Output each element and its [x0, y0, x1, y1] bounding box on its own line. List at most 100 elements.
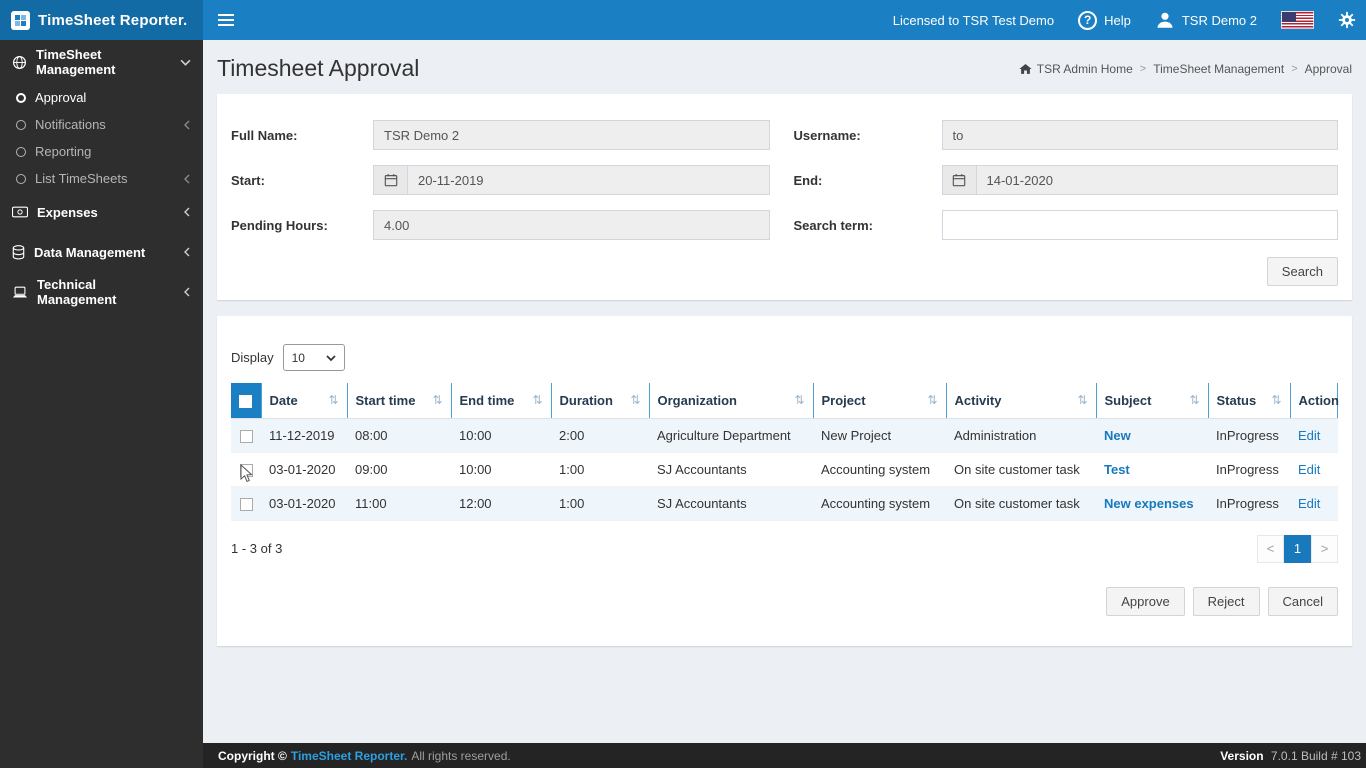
chevron-left-icon: [183, 287, 191, 297]
edit-link[interactable]: Edit: [1298, 428, 1320, 443]
sidebar-group-timesheet-management[interactable]: TimeSheet Management: [0, 40, 203, 84]
group-label: Data Management: [34, 244, 146, 260]
col-header-status[interactable]: Status ⇅: [1207, 383, 1290, 419]
cell-start-time: 11:00: [347, 486, 451, 521]
page-size-select[interactable]: 10: [282, 344, 345, 371]
cell-status: InProgress: [1208, 486, 1290, 521]
circle-icon: [16, 92, 26, 103]
cell-end-time: 12:00: [451, 486, 551, 521]
sort-icon: ⇅: [927, 393, 938, 408]
row-checkbox[interactable]: [239, 429, 253, 443]
username-field[interactable]: [941, 120, 1338, 150]
sidebar-item-reporting[interactable]: Reporting: [0, 138, 203, 165]
cell-duration: 2:00: [551, 418, 649, 453]
settings-gear-icon[interactable]: [1338, 11, 1356, 29]
approval-filter-card: Full Name: Username: Start: End:: [217, 94, 1352, 300]
breadcrumb-separator: >: [1139, 62, 1147, 75]
app-logo[interactable]: TimeSheet Reporter.: [0, 0, 203, 40]
license-text: Licensed to TSR Test Demo: [892, 12, 1055, 28]
edit-link[interactable]: Edit: [1298, 462, 1320, 477]
approve-button[interactable]: Approve: [1106, 586, 1185, 616]
sort-icon: ⇅: [630, 393, 641, 408]
sidebar-item-notifications[interactable]: Notifications: [0, 111, 203, 138]
col-header-subject[interactable]: Subject ⇅: [1095, 383, 1208, 419]
row-checkbox[interactable]: [239, 463, 253, 477]
cell-activity: On site customer task: [946, 452, 1096, 487]
chevron-down-icon: [180, 58, 191, 67]
select-all-checkbox[interactable]: [239, 394, 253, 408]
cell-organization: Agriculture Department: [649, 418, 813, 453]
results-summary: 1 - 3 of 3: [231, 541, 283, 556]
language-flag-icon[interactable]: [1281, 11, 1314, 29]
sidebar-item-approval[interactable]: Approval: [0, 84, 203, 111]
start-date-label: Start:: [231, 172, 265, 188]
full-name-label: Full Name:: [231, 127, 298, 143]
sort-icon: ⇅: [794, 393, 805, 408]
cancel-button[interactable]: Cancel: [1267, 586, 1338, 616]
col-header-start-time[interactable]: Start time ⇅: [346, 383, 451, 419]
edit-link[interactable]: Edit: [1298, 496, 1320, 511]
sidebar-item-list-timesheets[interactable]: List TimeSheets: [0, 165, 203, 192]
user-menu[interactable]: TSR Demo 2: [1155, 10, 1257, 30]
sort-icon: ⇅: [1189, 393, 1200, 408]
col-header-organization[interactable]: Organization ⇅: [648, 383, 813, 419]
group-label: TimeSheet Management: [36, 47, 116, 77]
breadcrumb-timesheet-management-link[interactable]: TimeSheet Management: [1153, 62, 1284, 76]
footer-brand-link[interactable]: TimeSheet Reporter.: [291, 749, 407, 763]
col-header-end-time[interactable]: End time ⇅: [450, 383, 551, 419]
cell-start-time: 09:00: [347, 452, 451, 487]
full-name-field[interactable]: [373, 120, 770, 150]
group-label: Expenses: [37, 204, 98, 220]
page-1-button[interactable]: 1: [1284, 534, 1311, 563]
col-header-action: Action: [1289, 383, 1339, 419]
sort-icon: ⇅: [1271, 393, 1282, 408]
cell-project: Accounting system: [813, 486, 946, 521]
cell-organization: SJ Accountants: [649, 486, 813, 521]
col-header-duration[interactable]: Duration ⇅: [550, 383, 649, 419]
sidebar-group-expenses[interactable]: Expenses: [0, 192, 203, 232]
main-content: Timesheet Approval TSR Admin Home > Time…: [203, 40, 1366, 743]
version-label: Version: [1220, 748, 1264, 763]
calendar-icon[interactable]: [373, 165, 407, 195]
pending-hours-field[interactable]: [373, 210, 770, 240]
breadcrumb-home-link[interactable]: TSR Admin Home: [1019, 62, 1133, 76]
help-icon: ?: [1078, 10, 1098, 30]
chevron-left-icon: [183, 174, 191, 184]
row-checkbox[interactable]: [239, 497, 253, 511]
cell-date: 03-01-2020: [261, 486, 347, 521]
next-page-button[interactable]: >: [1311, 534, 1338, 563]
search-button[interactable]: Search: [1266, 257, 1338, 286]
search-term-field[interactable]: [941, 210, 1338, 240]
start-date-field[interactable]: [407, 165, 770, 195]
username-label: Username:: [793, 127, 861, 143]
database-icon: [12, 244, 25, 260]
pagination: < 1 >: [1257, 534, 1338, 563]
col-header-date[interactable]: Date ⇅: [260, 383, 347, 419]
chevron-left-icon: [183, 120, 191, 130]
sort-icon: ⇅: [328, 393, 339, 408]
end-date-field[interactable]: [975, 165, 1338, 195]
user-name: TSR Demo 2: [1181, 12, 1257, 28]
cell-date: 11-12-2019: [261, 418, 347, 453]
reject-button[interactable]: Reject: [1192, 586, 1260, 616]
subject-link[interactable]: New expenses: [1104, 496, 1194, 511]
cell-duration: 1:00: [551, 486, 649, 521]
sidebar-group-technical-management[interactable]: Technical Management: [0, 272, 203, 312]
select-all-header[interactable]: [231, 383, 261, 419]
prev-page-button[interactable]: <: [1257, 534, 1284, 563]
col-header-activity[interactable]: Activity ⇅: [945, 383, 1096, 419]
calendar-icon[interactable]: [941, 165, 976, 195]
cell-activity: On site customer task: [946, 486, 1096, 521]
subject-link[interactable]: Test: [1104, 462, 1130, 477]
item-label: List TimeSheets: [35, 171, 128, 186]
table-row: 03-01-2020 09:00 10:00 1:00 SJ Accountan…: [231, 452, 1338, 487]
copyright-text: Copyright ©: [218, 748, 287, 763]
chevron-left-icon: [183, 247, 191, 257]
help-menu[interactable]: ? Help: [1078, 10, 1131, 30]
cell-project: Accounting system: [813, 452, 946, 487]
sidebar-group-data-management[interactable]: Data Management: [0, 232, 203, 272]
money-icon: [12, 206, 28, 218]
sidebar-toggle-button[interactable]: [203, 0, 249, 40]
col-header-project[interactable]: Project ⇅: [812, 383, 946, 419]
subject-link[interactable]: New: [1104, 428, 1131, 443]
